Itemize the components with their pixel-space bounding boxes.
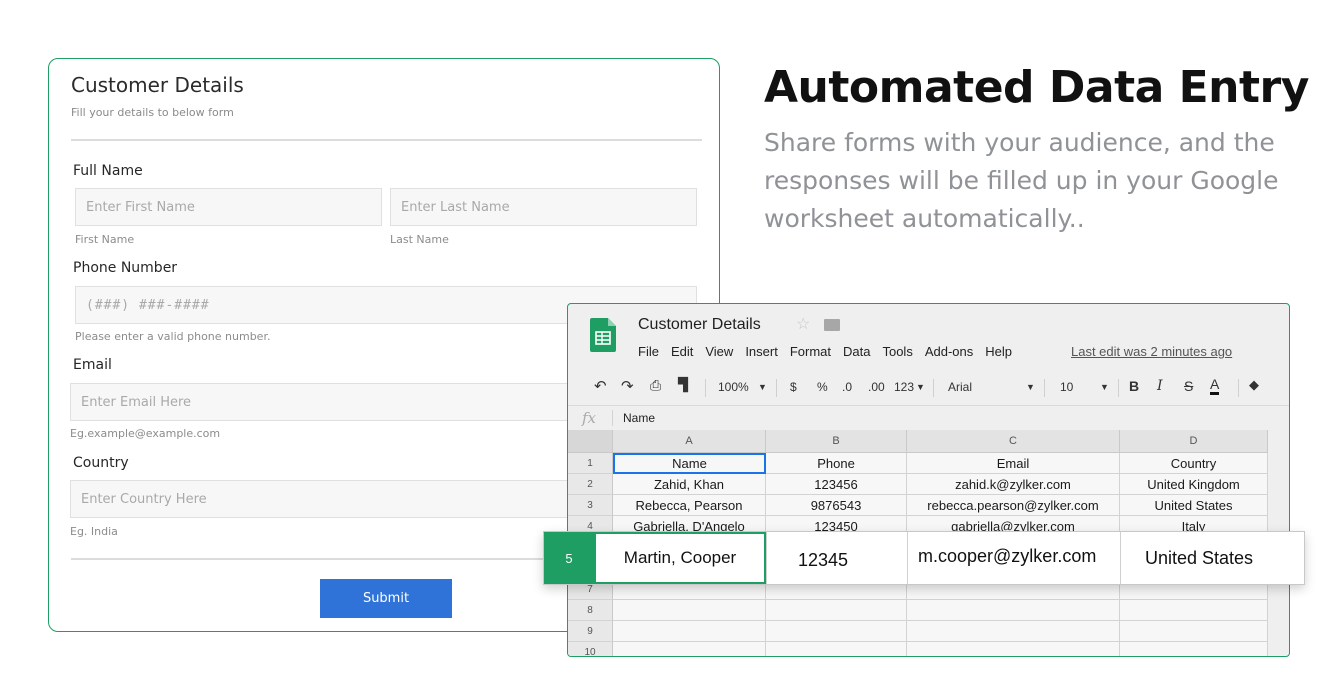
menu-addons[interactable]: Add-ons: [925, 344, 973, 359]
phone-label: Phone Number: [73, 260, 178, 276]
column-header-b[interactable]: B: [766, 430, 907, 453]
cell-b10[interactable]: [766, 642, 907, 656]
column-header-a[interactable]: A: [613, 430, 766, 453]
star-icon[interactable]: ☆: [796, 314, 810, 334]
last-name-input[interactable]: Enter Last Name: [390, 188, 697, 226]
new-entry-row: 5 Martin, Cooper 12345 m.cooper@zylker.c…: [543, 531, 1305, 585]
menu-format[interactable]: Format: [790, 344, 831, 359]
cell-a8[interactable]: [613, 600, 766, 621]
increase-decimal-button[interactable]: .00: [868, 380, 885, 394]
cell-c9[interactable]: [907, 621, 1120, 642]
cell-c2[interactable]: zahid.k@zylker.com: [907, 474, 1120, 495]
phone-hint: Please enter a valid phone number.: [75, 330, 271, 343]
font-select[interactable]: Arial: [948, 380, 972, 394]
spreadsheet-window: Customer Details ☆ File Edit View Insert…: [567, 303, 1290, 657]
select-all-corner[interactable]: [568, 430, 613, 453]
new-row-country[interactable]: United States: [1120, 532, 1304, 584]
email-hint: Eg.example@example.com: [70, 427, 221, 440]
formats-chevron-down-icon[interactable]: ▼: [916, 382, 925, 392]
new-row-name[interactable]: Martin, Cooper: [594, 532, 766, 584]
percent-button[interactable]: %: [817, 380, 828, 394]
country-label: Country: [73, 455, 129, 471]
menu-bar: File Edit View Insert Format Data Tools …: [638, 344, 1024, 359]
row-number[interactable]: 2: [568, 474, 613, 495]
hero-headline: Automated Data Entry: [764, 62, 1309, 113]
zoom-chevron-down-icon[interactable]: ▼: [758, 382, 767, 392]
cell-c8[interactable]: [907, 600, 1120, 621]
cell-c1[interactable]: Email: [907, 453, 1120, 474]
decrease-decimal-button[interactable]: .0: [842, 380, 852, 394]
cell-a3[interactable]: Rebecca, Pearson: [613, 495, 766, 516]
row-number[interactable]: 3: [568, 495, 613, 516]
font-chevron-down-icon[interactable]: ▼: [1026, 382, 1035, 392]
cell-d9[interactable]: [1120, 621, 1268, 642]
cell-a2[interactable]: Zahid, Khan: [613, 474, 766, 495]
hero-subline: Share forms with your audience, and the …: [764, 128, 1279, 233]
menu-data[interactable]: Data: [843, 344, 870, 359]
cell-b9[interactable]: [766, 621, 907, 642]
column-header-c[interactable]: C: [907, 430, 1120, 453]
menu-edit[interactable]: Edit: [671, 344, 693, 359]
email-label: Email: [73, 357, 112, 373]
bold-button[interactable]: B: [1129, 378, 1139, 394]
new-row-phone[interactable]: 12345: [766, 532, 907, 584]
italic-button[interactable]: I: [1157, 378, 1163, 394]
cell-a1[interactable]: Name: [613, 453, 766, 474]
undo-icon[interactable]: ↶: [594, 377, 607, 395]
cell-d3[interactable]: United States: [1120, 495, 1268, 516]
currency-button[interactable]: $: [790, 380, 797, 394]
text-color-button[interactable]: A: [1210, 376, 1220, 395]
last-name-hint: Last Name: [390, 233, 449, 246]
folder-icon[interactable]: [824, 319, 840, 331]
last-edit-link[interactable]: Last edit was 2 minutes ago: [1071, 344, 1232, 359]
submit-button[interactable]: Submit: [320, 579, 452, 618]
form-title: Customer Details: [71, 73, 244, 97]
cell-c10[interactable]: [907, 642, 1120, 656]
form-subtitle: Fill your details to below form: [71, 106, 234, 119]
print-icon[interactable]: ⎙: [650, 377, 661, 394]
cell-d2[interactable]: United Kingdom: [1120, 474, 1268, 495]
redo-icon[interactable]: ↷: [621, 377, 634, 395]
new-row-email[interactable]: m.cooper@zylker.com: [907, 532, 1120, 584]
first-name-hint: First Name: [75, 233, 135, 246]
cell-a10[interactable]: [613, 642, 766, 656]
cell-d1[interactable]: Country: [1120, 453, 1268, 474]
more-formats-button[interactable]: 123: [894, 380, 914, 394]
cell-d10[interactable]: [1120, 642, 1268, 656]
row-number[interactable]: 9: [568, 621, 613, 642]
document-title[interactable]: Customer Details: [638, 316, 761, 334]
cell-d8[interactable]: [1120, 600, 1268, 621]
cell-b8[interactable]: [766, 600, 907, 621]
cell-c3[interactable]: rebecca.pearson@zylker.com: [907, 495, 1120, 516]
new-row-number: 5: [544, 532, 594, 584]
zoom-select[interactable]: 100%: [718, 380, 749, 394]
google-sheets-icon: [590, 318, 616, 352]
paint-format-icon[interactable]: ▜: [678, 377, 688, 393]
menu-file[interactable]: File: [638, 344, 659, 359]
menu-help[interactable]: Help: [985, 344, 1012, 359]
cell-b2[interactable]: 123456: [766, 474, 907, 495]
fill-color-icon[interactable]: ◆: [1249, 377, 1259, 393]
font-size-select[interactable]: 10: [1060, 380, 1073, 394]
cell-b3[interactable]: 9876543: [766, 495, 907, 516]
row-number[interactable]: 1: [568, 453, 613, 474]
cell-a9[interactable]: [613, 621, 766, 642]
row-number[interactable]: 8: [568, 600, 613, 621]
menu-tools[interactable]: Tools: [882, 344, 912, 359]
menu-view[interactable]: View: [705, 344, 733, 359]
formula-bar: fx Name: [568, 405, 1289, 429]
strikethrough-button[interactable]: S: [1184, 378, 1193, 394]
column-header-d[interactable]: D: [1120, 430, 1268, 453]
first-name-input[interactable]: Enter First Name: [75, 188, 382, 226]
country-hint: Eg. India: [70, 525, 118, 538]
formula-input[interactable]: Name: [623, 411, 655, 425]
function-icon: fx: [582, 409, 597, 427]
toolbar: ↶ ↷ ⎙ ▜ 100% ▼ $ % .0 .00 123 ▼ Arial ▼ …: [568, 370, 1289, 404]
row-number[interactable]: 10: [568, 642, 613, 656]
menu-insert[interactable]: Insert: [745, 344, 778, 359]
size-chevron-down-icon[interactable]: ▼: [1100, 382, 1109, 392]
cell-b1[interactable]: Phone: [766, 453, 907, 474]
full-name-label: Full Name: [73, 163, 143, 179]
form-divider-top: [71, 139, 702, 141]
